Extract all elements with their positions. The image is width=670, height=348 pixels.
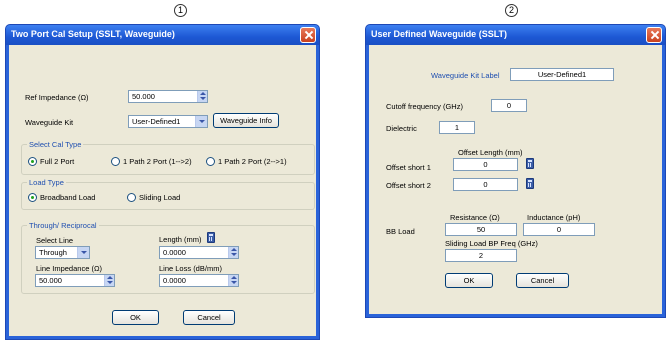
- resistance-label: Resistance (Ω): [450, 213, 500, 222]
- radio-1-path-2-port-2-1[interactable]: [206, 157, 215, 166]
- length-value: 0.0000: [163, 248, 186, 257]
- sliding-load-label: Sliding Load BP Freq (GHz): [445, 239, 538, 248]
- length-label: Length (mm): [159, 235, 202, 244]
- inductance-input[interactable]: 0: [523, 223, 595, 236]
- two-port-cal-setup-dialog: Two Port Cal Setup (SSLT, Waveguide) Ref…: [5, 24, 320, 340]
- cancel-button[interactable]: Cancel: [516, 273, 569, 288]
- chevron-down-icon[interactable]: [195, 116, 207, 127]
- user-defined-waveguide-dialog: User Defined Waveguide (SSLT) Waveguide …: [365, 24, 666, 318]
- line-loss-label: Line Loss (dB/mm): [159, 264, 222, 273]
- waveguide-kit-label: Waveguide Kit Label: [431, 71, 500, 80]
- cal-type-group-title: Select Cal Type: [27, 140, 84, 149]
- radio-1-path-2-port-1-2[interactable]: [111, 157, 120, 166]
- callout-2: 2: [505, 4, 518, 17]
- title-bar[interactable]: User Defined Waveguide (SSLT): [366, 25, 665, 45]
- radio-label-1-path-1-2: 1 Path 2 Port (1-->2): [123, 157, 192, 166]
- select-line-value: Through: [39, 248, 67, 257]
- radio-full-2-port[interactable]: [28, 157, 37, 166]
- calculator-icon[interactable]: [526, 158, 534, 169]
- resistance-input[interactable]: 50: [445, 223, 517, 236]
- sliding-load-input[interactable]: 2: [445, 249, 517, 262]
- dielectric-value: 1: [454, 123, 460, 132]
- length-spinbox[interactable]: 0.0000: [159, 246, 239, 259]
- offset-short-1-input[interactable]: 0: [453, 158, 518, 171]
- cal-type-group: Select Cal Type Full 2 Port 1 Path 2 Por…: [21, 140, 315, 175]
- title-bar[interactable]: Two Port Cal Setup (SSLT, Waveguide): [6, 25, 319, 45]
- offset-short-2-label: Offset short 2: [386, 181, 431, 190]
- cutoff-frequency-label: Cutoff frequency (GHz): [386, 102, 463, 111]
- dialog-client-area: Ref Impedance (Ω) 50.000 Waveguide Kit U…: [9, 45, 316, 336]
- line-loss-value: 0.0000: [163, 276, 186, 285]
- radio-sliding-load[interactable]: [127, 193, 136, 202]
- calculator-icon[interactable]: [207, 232, 215, 243]
- ref-impedance-spinbox[interactable]: 50.000: [128, 90, 208, 103]
- waveguide-kit-value: User-Defined1: [132, 117, 181, 126]
- ok-button[interactable]: OK: [112, 310, 159, 325]
- line-loss-spinbox[interactable]: 0.0000: [159, 274, 239, 287]
- ref-impedance-value: 50.000: [132, 92, 155, 101]
- waveguide-kit-label-value: User-Defined1: [537, 70, 587, 79]
- cancel-button[interactable]: Cancel: [183, 310, 235, 325]
- dialog-title: Two Port Cal Setup (SSLT, Waveguide): [11, 29, 175, 39]
- cutoff-frequency-input[interactable]: 0: [491, 99, 527, 112]
- chevron-down-icon[interactable]: [77, 247, 89, 258]
- radio-label-broadband-load: Broadband Load: [40, 193, 96, 202]
- inductance-value: 0: [556, 225, 562, 234]
- select-line-dropdown[interactable]: Through: [35, 246, 90, 259]
- ref-impedance-label: Ref Impedance (Ω): [25, 93, 89, 102]
- select-line-label: Select Line: [36, 236, 74, 245]
- dielectric-label: Dielectric: [386, 124, 417, 133]
- radio-label-full-2-port: Full 2 Port: [40, 157, 75, 166]
- calculator-icon[interactable]: [526, 178, 534, 189]
- offset-short-1-value: 0: [483, 160, 488, 169]
- close-button[interactable]: [646, 27, 662, 43]
- through-reciprocal-group: Through/ Reciprocal Select Line Through …: [21, 221, 315, 294]
- spin-arrows-icon[interactable]: [197, 91, 207, 102]
- waveguide-info-button[interactable]: Waveguide Info: [213, 113, 279, 128]
- line-impedance-spinbox[interactable]: 50.000: [35, 274, 115, 287]
- waveguide-kit-label-input[interactable]: User-Defined1: [510, 68, 614, 81]
- resistance-value: 50: [476, 225, 486, 234]
- line-impedance-label: Line Impedance (Ω): [36, 264, 103, 273]
- radio-label-sliding-load: Sliding Load: [139, 193, 181, 202]
- bb-load-label: BB Load: [386, 227, 415, 236]
- dielectric-input[interactable]: 1: [439, 121, 475, 134]
- waveguide-kit-dropdown[interactable]: User-Defined1: [128, 115, 208, 128]
- through-group-title: Through/ Reciprocal: [27, 221, 99, 230]
- load-type-group-title: Load Type: [27, 178, 66, 187]
- offset-short-2-value: 0: [483, 180, 488, 189]
- offset-short-1-label: Offset short 1: [386, 163, 431, 172]
- callout-1: 1: [174, 4, 187, 17]
- ok-button[interactable]: OK: [445, 273, 493, 288]
- sliding-load-value: 2: [478, 251, 484, 260]
- radio-label-1-path-2-1: 1 Path 2 Port (2-->1): [218, 157, 287, 166]
- load-type-group: Load Type Broadband Load Sliding Load: [21, 178, 315, 210]
- offset-short-2-input[interactable]: 0: [453, 178, 518, 191]
- offset-length-label: Offset Length (mm): [458, 148, 523, 157]
- cutoff-frequency-value: 0: [506, 101, 512, 110]
- radio-broadband-load[interactable]: [28, 193, 37, 202]
- spin-arrows-icon[interactable]: [104, 275, 114, 286]
- dialog-client-area: Waveguide Kit Label User-Defined1 Cutoff…: [369, 45, 662, 314]
- spin-arrows-icon[interactable]: [228, 275, 238, 286]
- line-impedance-value: 50.000: [39, 276, 62, 285]
- waveguide-kit-label: Waveguide Kit: [25, 118, 74, 127]
- spin-arrows-icon[interactable]: [228, 247, 238, 258]
- dialog-title: User Defined Waveguide (SSLT): [371, 29, 508, 39]
- inductance-label: Inductance (pH): [527, 213, 581, 222]
- close-button[interactable]: [300, 27, 316, 43]
